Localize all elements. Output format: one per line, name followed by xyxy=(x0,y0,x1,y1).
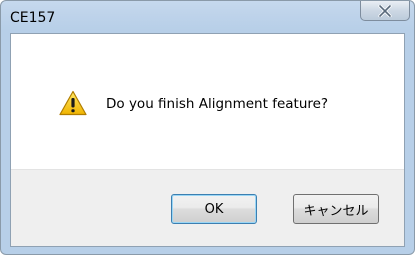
close-button[interactable] xyxy=(360,1,410,21)
button-bar: OK キャンセル xyxy=(11,169,404,246)
warning-icon xyxy=(59,90,87,116)
cancel-button[interactable]: キャンセル xyxy=(293,194,379,224)
dialog-message: Do you finish Alignment feature? xyxy=(106,96,329,112)
ok-button[interactable]: OK xyxy=(171,194,257,224)
dialog-window: CE157 Do you finish Alignment feature? O… xyxy=(0,0,415,255)
close-icon xyxy=(378,4,392,17)
message-area: Do you finish Alignment feature? xyxy=(11,34,404,169)
title-bar[interactable]: CE157 xyxy=(1,1,414,33)
dialog-client-area: Do you finish Alignment feature? OK キャンセ… xyxy=(10,33,405,247)
window-title: CE157 xyxy=(10,10,56,26)
